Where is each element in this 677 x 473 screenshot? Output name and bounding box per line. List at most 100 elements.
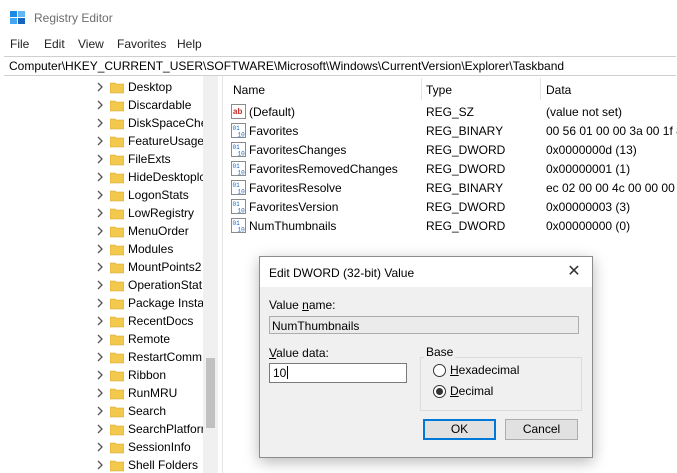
tree-item[interactable]: Desktop [0, 78, 205, 96]
value-data-text: 10 [273, 366, 287, 380]
value-type: REG_BINARY [426, 124, 504, 138]
column-header-data[interactable]: Data [546, 83, 571, 97]
tree-item[interactable]: Ribbon [0, 366, 205, 384]
svg-text:10: 10 [238, 208, 246, 215]
value-row[interactable]: 01 10 FavoritesVersion REG_DWORD 0x00000003 … [226, 197, 677, 216]
tree-item-label: Search [128, 404, 167, 418]
label-text: exadecimal [458, 363, 520, 377]
folder-icon [110, 262, 124, 274]
tree-item[interactable]: Package Instal [0, 294, 207, 312]
tree-item[interactable]: Discardable [0, 96, 205, 114]
tree-item[interactable]: MountPoints2 [0, 258, 205, 276]
value-row[interactable]: 01 10 Favorites REG_BINARY 00 56 01 00 00 3a… [226, 121, 677, 140]
chevron-right-icon[interactable] [95, 442, 105, 452]
edit-dword-dialog: Edit DWORD (32-bit) Value ✕ Value name: … [259, 256, 593, 458]
window-title: Registry Editor [34, 11, 113, 25]
dialog-title: Edit DWORD (32-bit) Value [269, 266, 415, 280]
tree-item-label: DiskSpaceChe [128, 116, 208, 130]
value-name: FavoritesResolve [249, 181, 342, 195]
hexadecimal-label[interactable]: Hexadecimal [450, 363, 519, 377]
chevron-right-icon[interactable] [95, 190, 105, 200]
chevron-right-icon[interactable] [95, 82, 105, 92]
string-value-icon: ab [231, 104, 246, 119]
chevron-right-icon[interactable] [95, 154, 105, 164]
chevron-right-icon[interactable] [95, 460, 105, 470]
address-bar[interactable]: Computer\HKEY_CURRENT_USER\SOFTWARE\Micr… [4, 56, 676, 76]
tree-item[interactable]: LowRegistry [0, 204, 205, 222]
decimal-label[interactable]: Decimal [450, 384, 493, 398]
tree-item[interactable]: MenuOrder [0, 222, 205, 240]
tree-item-label: HideDesktoplc [128, 170, 206, 184]
value-row[interactable]: 01 10 FavoritesChanges REG_DWORD 0x0000000d … [226, 140, 677, 159]
tree-item[interactable]: RecentDocs [0, 312, 205, 330]
tree-item[interactable]: RunMRU [0, 384, 205, 402]
value-data-label: Value data: [269, 346, 329, 360]
menu-edit[interactable]: Edit [44, 37, 65, 51]
tree-item[interactable]: FileExts [0, 150, 205, 168]
tree-item-label: Remote [128, 332, 171, 346]
menu-favorites[interactable]: Favorites [117, 37, 166, 51]
chevron-right-icon[interactable] [95, 172, 105, 182]
tree-item[interactable]: SessionInfo [0, 438, 205, 456]
value-row[interactable]: 01 10 FavoritesResolve REG_BINARY ec 02 00 0… [226, 178, 677, 197]
pane-splitter[interactable] [222, 76, 223, 473]
hexadecimal-radio[interactable] [433, 364, 446, 377]
chevron-right-icon[interactable] [95, 352, 105, 362]
chevron-right-icon[interactable] [95, 370, 105, 380]
tree-item[interactable]: DiskSpaceChe [0, 114, 208, 132]
tree-item[interactable]: LogonStats [0, 186, 205, 204]
tree-item[interactable]: OperationStat [0, 276, 205, 294]
menu-view[interactable]: View [78, 37, 104, 51]
tree-scrollbar-thumb[interactable] [206, 358, 215, 428]
column-divider[interactable] [540, 78, 541, 100]
value-row[interactable]: ab (Default) REG_SZ (value not set) [226, 102, 677, 121]
value-row[interactable]: 01 10 NumThumbnails REG_DWORD 0x00000000 (0) [226, 216, 677, 235]
chevron-right-icon[interactable] [95, 226, 105, 236]
chevron-right-icon[interactable] [95, 118, 105, 128]
decimal-radio[interactable] [433, 385, 446, 398]
menu-file[interactable]: File [10, 37, 29, 51]
key-tree[interactable]: Desktop Discardable DiskSpaceChe FeatureUsa… [0, 76, 218, 473]
value-row[interactable]: 01 10 FavoritesRemovedChanges REG_DWORD 0x00… [226, 159, 677, 178]
chevron-right-icon[interactable] [95, 100, 105, 110]
tree-item[interactable]: RestartComm [0, 348, 205, 366]
column-divider[interactable] [421, 78, 422, 100]
label-text: ame: [308, 298, 336, 312]
value-data-input[interactable]: 10 [269, 363, 407, 383]
chevron-right-icon[interactable] [95, 262, 105, 272]
binary-value-icon: 0110 [231, 161, 246, 176]
chevron-right-icon[interactable] [95, 388, 105, 398]
column-header-type[interactable]: Type [426, 83, 452, 97]
tree-item[interactable]: Shell Folders [0, 456, 205, 473]
column-header-name[interactable]: Name [233, 83, 265, 97]
tree-item[interactable]: SearchPlatforr [0, 420, 205, 438]
close-icon[interactable]: ✕ [562, 262, 586, 282]
tree-item[interactable]: Modules [0, 240, 205, 258]
value-name-field[interactable]: NumThumbnails [269, 316, 579, 334]
value-data: ec 02 00 00 4c 00 00 00 01 [546, 181, 677, 195]
tree-item[interactable]: HideDesktoplc [0, 168, 205, 186]
chevron-right-icon[interactable] [95, 208, 105, 218]
value-name: FavoritesRemovedChanges [249, 162, 398, 176]
chevron-right-icon[interactable] [95, 136, 105, 146]
cancel-button[interactable]: Cancel [505, 419, 578, 440]
chevron-right-icon[interactable] [95, 316, 105, 326]
ok-button[interactable]: OK [423, 419, 496, 440]
tree-item-label: LowRegistry [128, 206, 195, 220]
tree-item-label: Package Instal [128, 296, 207, 310]
menu-help[interactable]: Help [177, 37, 202, 51]
chevron-right-icon[interactable] [95, 280, 105, 290]
value-data: 0x0000000d (13) [546, 143, 637, 157]
value-name: Favorites [249, 124, 299, 138]
chevron-right-icon[interactable] [95, 298, 105, 308]
chevron-right-icon[interactable] [95, 334, 105, 344]
chevron-right-icon[interactable] [95, 424, 105, 434]
tree-item[interactable]: FeatureUsage [0, 132, 205, 150]
tree-item-label: FileExts [128, 152, 171, 166]
value-name-label: Value name: [269, 298, 336, 312]
tree-scrollbar[interactable] [203, 76, 218, 473]
chevron-right-icon[interactable] [95, 244, 105, 254]
tree-item[interactable]: Remote [0, 330, 205, 348]
chevron-right-icon[interactable] [95, 406, 105, 416]
tree-item[interactable]: Search [0, 402, 205, 420]
